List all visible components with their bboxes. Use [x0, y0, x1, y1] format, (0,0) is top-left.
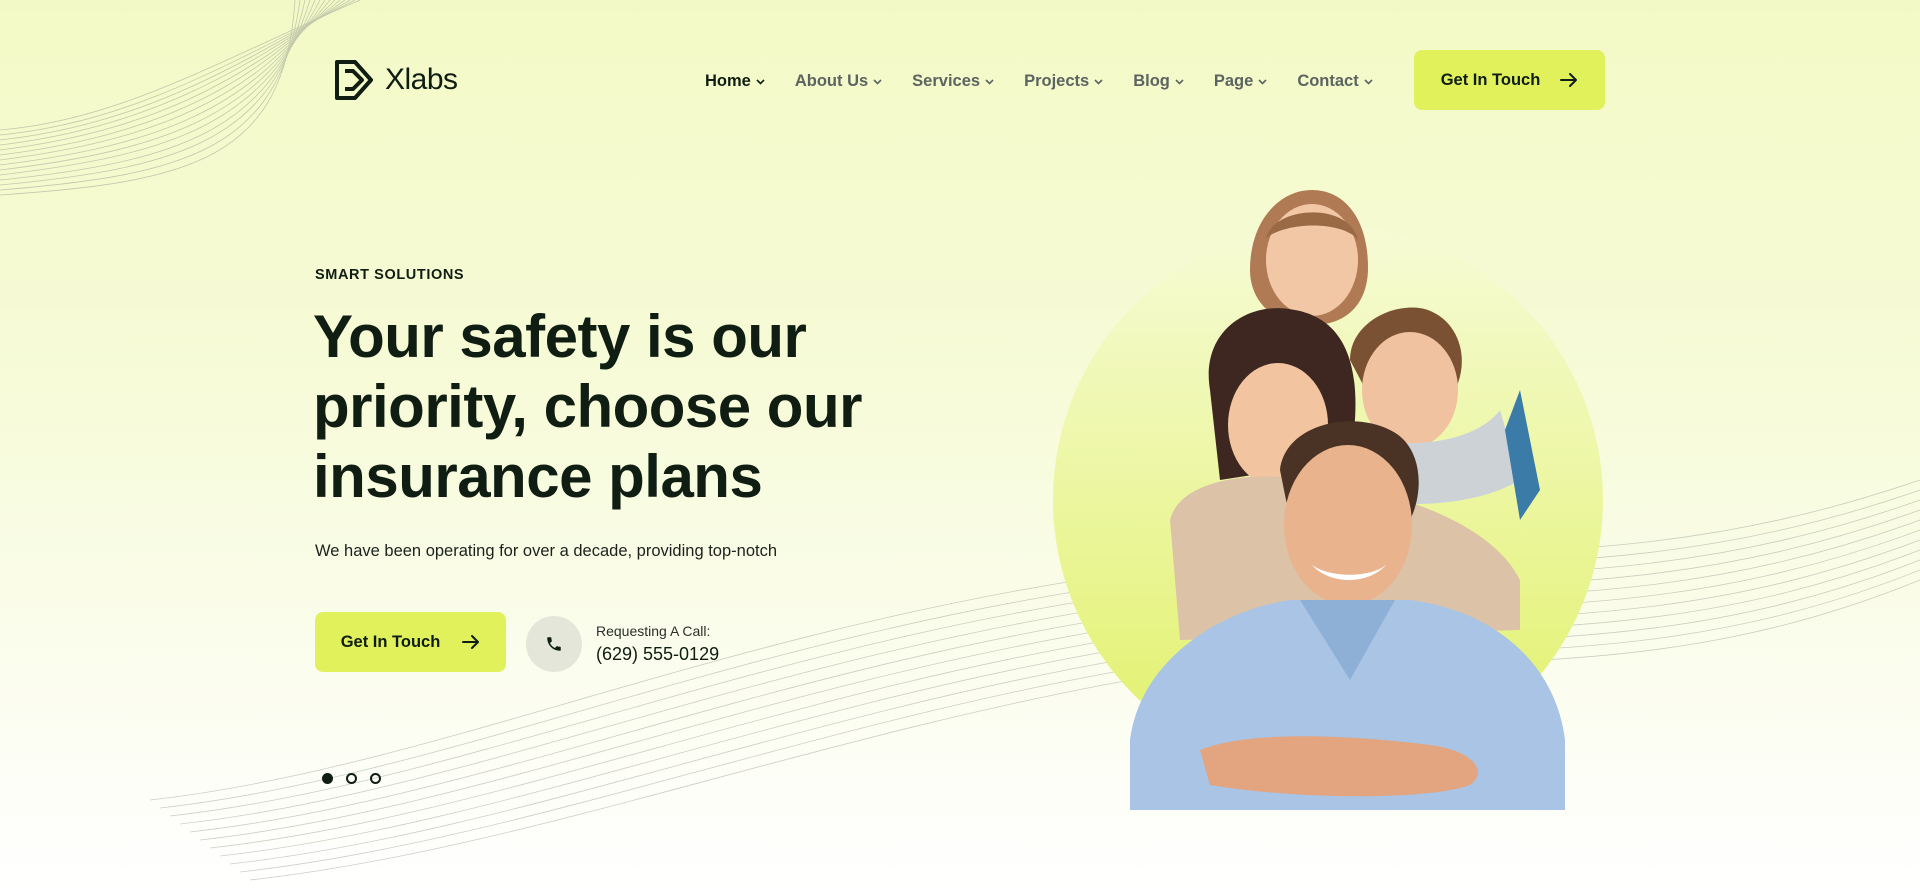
nav-item-label: Contact — [1297, 72, 1359, 90]
brand-logo[interactable]: Xlabs — [333, 58, 458, 102]
call-text: Requesting A Call: (629) 555-0129 — [596, 623, 719, 665]
hero-subtext: We have been operating for over a decade… — [315, 542, 777, 560]
slider-dot-2[interactable] — [346, 773, 357, 784]
nav-item-label: About Us — [794, 72, 869, 90]
nav-item-label: Home — [705, 72, 751, 90]
logo-mark-icon — [335, 60, 373, 100]
slider-dot-1[interactable] — [322, 773, 333, 784]
nav-item-page[interactable]: Page — [1214, 72, 1267, 91]
chevron-down-icon — [1094, 78, 1103, 85]
family-photo — [1053, 190, 1603, 810]
main-nav: Home About Us Services Projects Blog Pag… — [705, 72, 1403, 91]
chevron-down-icon — [756, 78, 765, 85]
call-phone-number[interactable]: (629) 555-0129 — [596, 644, 719, 665]
chevron-down-icon — [1258, 78, 1267, 85]
nav-item-projects[interactable]: Projects — [1024, 72, 1103, 91]
arrow-right-icon — [462, 635, 480, 649]
nav-item-home[interactable]: Home — [705, 72, 765, 91]
chevron-down-icon — [873, 78, 882, 85]
phone-call-button[interactable] — [526, 616, 582, 672]
hero-headline: Your safety is our priority, choose our … — [313, 303, 862, 510]
nav-item-services[interactable]: Services — [912, 72, 994, 91]
nav-item-label: Projects — [1024, 72, 1090, 90]
button-label: Get In Touch — [1440, 70, 1541, 89]
nav-item-label: Page — [1213, 72, 1254, 90]
chevron-down-icon — [1175, 78, 1184, 85]
nav-item-contact[interactable]: Contact — [1297, 72, 1373, 91]
decorative-waves — [0, 0, 1920, 881]
nav-item-blog[interactable]: Blog — [1133, 72, 1184, 91]
call-label: Requesting A Call: — [596, 623, 711, 639]
chevron-down-icon — [985, 78, 994, 85]
header-get-in-touch-button[interactable]: Get In Touch — [1414, 50, 1605, 110]
request-call: Requesting A Call: (629) 555-0129 — [526, 616, 719, 672]
brand-name: Xlabs — [385, 63, 458, 96]
nav-item-label: Services — [912, 72, 981, 90]
arrow-right-icon — [1560, 73, 1578, 87]
slider-dot-3[interactable] — [370, 773, 381, 784]
nav-item-label: Blog — [1133, 72, 1170, 90]
nav-item-about-us[interactable]: About Us — [795, 72, 882, 91]
chevron-down-icon — [1364, 78, 1373, 85]
hero-get-in-touch-button[interactable]: Get In Touch — [315, 612, 506, 672]
slider-dots — [322, 773, 381, 784]
girl-figure — [1250, 190, 1368, 325]
button-label: Get In Touch — [340, 632, 441, 651]
hero-eyebrow: SMART SOLUTIONS — [315, 267, 465, 283]
phone-icon — [547, 637, 561, 651]
